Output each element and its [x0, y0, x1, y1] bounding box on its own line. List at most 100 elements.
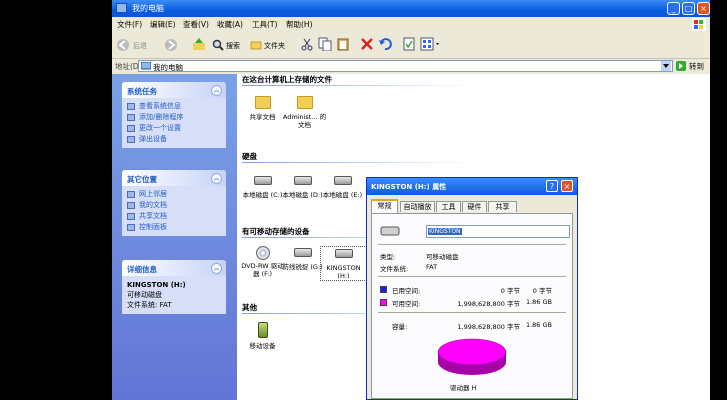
menu-file[interactable]: 文件(F) — [117, 19, 142, 30]
menu-edit[interactable]: 编辑(E) — [150, 19, 176, 30]
computer-icon — [116, 3, 127, 13]
tab-sharing[interactable]: 共享 — [488, 201, 517, 212]
properties-button[interactable] — [402, 37, 416, 53]
close-button[interactable]: × — [697, 2, 710, 15]
free-bytes: 1,998,628,800 字节 — [457, 300, 520, 308]
delete-button[interactable] — [360, 37, 374, 53]
free-color-swatch — [380, 299, 387, 306]
folders-button[interactable]: 文件夹 — [250, 37, 290, 53]
item-shared-docs[interactable]: 共享文档 — [240, 96, 285, 121]
copy-icon — [318, 37, 332, 52]
title-bar[interactable]: 我的电脑 _ □ × — [112, 0, 710, 17]
go-button[interactable]: 转到 — [689, 61, 704, 72]
drive-letter-label: 驱动器 H — [450, 384, 477, 392]
used-bytes: 0 字节 — [500, 287, 520, 295]
general-tab-pane: KINGSTON 类型: 可移动磁盘 文件系统: FAT 已用空间: 0 字节 … — [371, 213, 573, 399]
system-tasks-header[interactable]: 系统任务 ︽ — [122, 82, 226, 98]
divider — [378, 276, 566, 277]
task-eject-device[interactable]: 弹出设备 — [122, 134, 226, 145]
delete-x-icon — [361, 38, 373, 50]
free-label: 可用空间: — [392, 300, 421, 308]
move-to-button[interactable] — [300, 37, 314, 53]
tab-hardware[interactable]: 硬件 — [462, 201, 487, 212]
used-color-swatch — [380, 286, 387, 293]
up-arrow-icon — [193, 38, 205, 50]
tab-autoplay[interactable]: 自动播放 — [400, 201, 435, 212]
paste-button[interactable] — [336, 37, 350, 53]
folder-icon — [127, 213, 135, 220]
details-header[interactable]: 详细信息 ︽ — [122, 260, 226, 276]
item-drive-c[interactable]: 本地磁盘 (C:) — [240, 174, 285, 199]
capacity-size: 1.86 GB — [525, 321, 552, 329]
clipboard-icon — [337, 38, 349, 51]
views-button[interactable] — [420, 37, 442, 53]
capacity-bytes: 1,998,628,800 字节 — [457, 323, 520, 331]
undo-button[interactable] — [378, 37, 392, 53]
address-bar: 地址(D) 我的电脑 转到 — [112, 59, 710, 75]
removable-drive-icon — [380, 226, 400, 236]
collapse-icon[interactable]: ︽ — [211, 85, 222, 96]
dialog-title-bar[interactable]: KINGSTON (H:) 属性 ? × — [367, 178, 577, 195]
back-button[interactable]: 后退 — [116, 37, 156, 53]
place-my-documents[interactable]: 我的文档 — [122, 200, 226, 211]
menu-favorites[interactable]: 收藏(A) — [217, 19, 243, 30]
fs-value: FAT — [426, 263, 438, 271]
other-places-panel: 其它位置 ︽ 网上邻居 我的文档 共享文档 控制面板 — [122, 170, 226, 236]
hard-drive-icon — [293, 248, 312, 257]
search-button[interactable]: 搜索 — [212, 37, 248, 53]
toolbar: 后退 搜索 文件夹 — [112, 32, 710, 59]
item-admin-docs[interactable]: Administ... 的文档 — [282, 96, 327, 129]
collapse-icon[interactable]: ︽ — [211, 173, 222, 184]
place-network[interactable]: 网上邻居 — [122, 189, 226, 200]
task-view-system-info[interactable]: 查看系统信息 — [122, 101, 226, 112]
section-title-removable: 有可移动存储的设备 — [242, 227, 310, 236]
properties-icon — [403, 37, 415, 51]
menu-view[interactable]: 查看(V) — [183, 19, 209, 30]
menu-tools[interactable]: 工具(T) — [252, 19, 277, 30]
type-value: 可移动磁盘 — [426, 253, 459, 261]
chevron-down-icon[interactable] — [661, 61, 671, 71]
item-dvd-drive[interactable]: DVD-RW 驱动器 (F:) — [240, 246, 285, 278]
dvd-icon — [255, 246, 270, 260]
dialog-close-button[interactable]: × — [561, 180, 573, 192]
used-label: 已用空间: — [392, 287, 421, 295]
dialog-title: KINGSTON (H:) 属性 — [371, 183, 447, 191]
item-kingston-drive[interactable]: KINGSTON (H:) — [320, 246, 367, 281]
programs-icon — [127, 114, 135, 121]
undo-icon — [379, 38, 392, 51]
used-size: 0 字节 — [532, 287, 552, 295]
task-add-remove-programs[interactable]: 添加/删除程序 — [122, 112, 226, 123]
section-title-other: 其他 — [242, 303, 257, 312]
mobile-device-icon — [257, 322, 268, 338]
network-icon — [127, 191, 135, 198]
copy-to-button[interactable] — [318, 37, 332, 53]
item-drive-e[interactable]: 本地磁盘 (E:) — [320, 174, 365, 199]
disk-usage-pie — [437, 338, 507, 375]
up-folder-button[interactable] — [192, 37, 206, 53]
item-drive-d[interactable]: 本地磁盘 (D:) — [280, 174, 325, 199]
divider — [378, 312, 566, 313]
maximize-button[interactable]: □ — [682, 2, 695, 15]
window-title: 我的电脑 — [132, 4, 164, 13]
eject-icon — [127, 136, 135, 143]
go-arrow-icon[interactable] — [676, 61, 686, 71]
forward-arrow-icon — [165, 39, 177, 51]
menu-help[interactable]: 帮助(H) — [286, 19, 313, 30]
item-drive-g[interactable]: 防线锐捉 (G:) — [280, 246, 325, 271]
section-divider — [242, 162, 472, 163]
settings-icon — [127, 125, 135, 132]
tab-general[interactable]: 常规 — [371, 199, 398, 213]
address-input[interactable]: 我的电脑 — [138, 60, 673, 72]
place-shared-documents[interactable]: 共享文档 — [122, 211, 226, 222]
views-grid-icon — [420, 37, 439, 51]
tab-tools[interactable]: 工具 — [436, 201, 461, 212]
collapse-icon[interactable]: ︽ — [211, 263, 222, 274]
item-mobile-device[interactable]: 移动设备 — [240, 322, 285, 350]
place-control-panel[interactable]: 控制面板 — [122, 222, 226, 233]
drive-name-input[interactable]: KINGSTON — [426, 225, 570, 238]
forward-button[interactable] — [164, 37, 184, 53]
minimize-button[interactable]: _ — [667, 2, 680, 15]
task-change-setting[interactable]: 更改一个设置 — [122, 123, 226, 134]
help-button[interactable]: ? — [546, 180, 558, 192]
other-places-header[interactable]: 其它位置 ︽ — [122, 170, 226, 186]
